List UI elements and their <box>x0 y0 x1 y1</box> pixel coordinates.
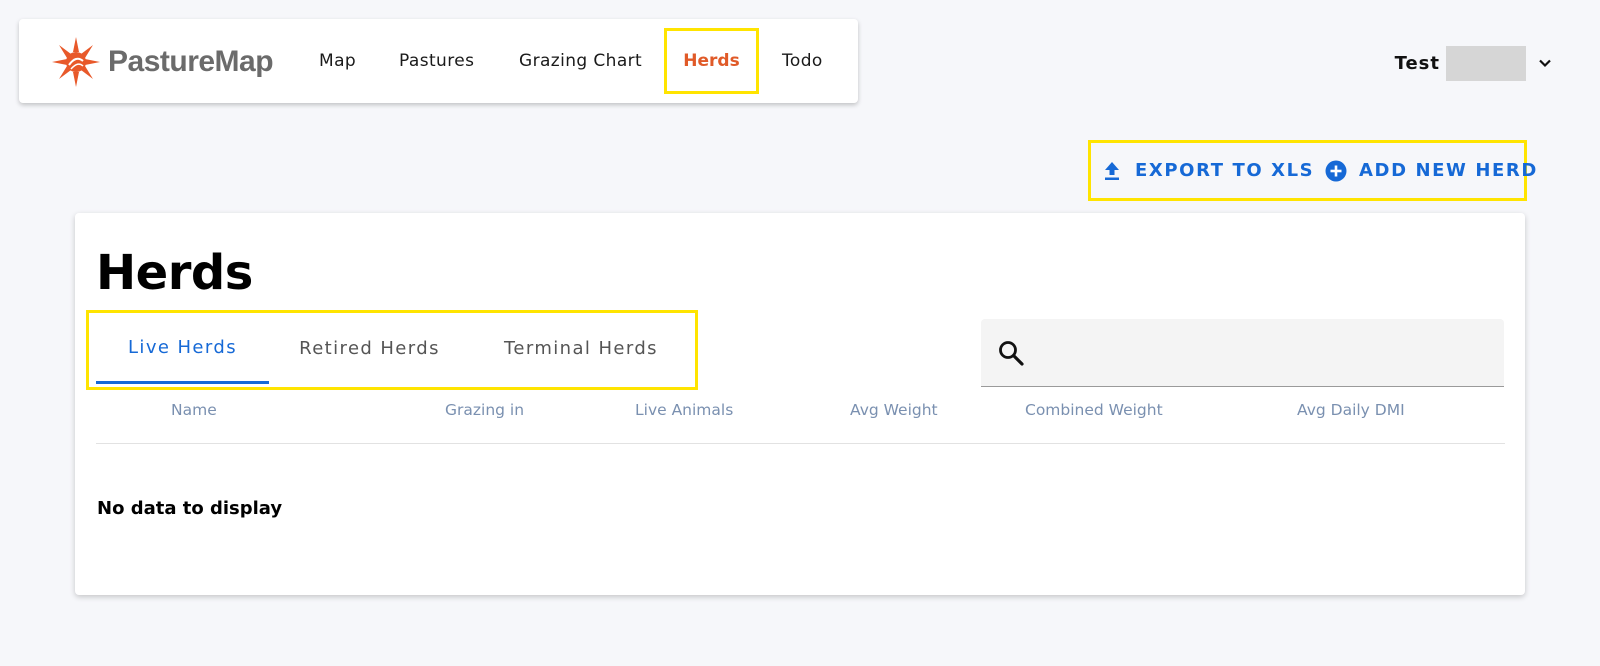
add-circle-icon <box>1325 160 1347 182</box>
search-input[interactable] <box>1037 319 1494 387</box>
add-label: ADD NEW HERD <box>1359 160 1538 181</box>
export-label: EXPORT TO XLS <box>1135 160 1315 181</box>
nav-herds[interactable]: Herds <box>664 28 759 94</box>
column-header-combined-weight[interactable]: Combined Weight <box>1025 401 1163 419</box>
user-menu[interactable]: Test <box>1395 45 1552 81</box>
column-header-grazing-in[interactable]: Grazing in <box>445 401 524 419</box>
column-header-live-animals[interactable]: Live Animals <box>635 401 733 419</box>
tab-live-herds[interactable]: Live Herds <box>96 313 269 384</box>
herd-tabs: Live Herds Retired Herds Terminal Herds <box>86 310 698 390</box>
column-header-avg-weight[interactable]: Avg Weight <box>850 401 938 419</box>
nav-map[interactable]: Map <box>319 19 356 103</box>
table-divider <box>96 443 1505 444</box>
herds-card: Herds Live Herds Retired Herds Terminal … <box>75 213 1525 595</box>
search-field[interactable] <box>981 319 1504 387</box>
column-header-name[interactable]: Name <box>171 401 217 419</box>
column-header-avg-daily-dmi[interactable]: Avg Daily DMI <box>1297 401 1405 419</box>
header-actions: EXPORT TO XLS ADD NEW HERD <box>1088 140 1536 201</box>
nav-pastures[interactable]: Pastures <box>399 19 474 103</box>
empty-table-message: No data to display <box>97 498 283 519</box>
page-title: Herds <box>96 245 253 301</box>
user-name-redacted <box>1446 45 1526 81</box>
nav-todo[interactable]: Todo <box>782 19 823 103</box>
user-name: Test <box>1394 52 1440 74</box>
logo-text: PastureMap <box>108 45 274 78</box>
chevron-down-icon[interactable] <box>1538 56 1552 70</box>
pasturemap-logo[interactable]: PastureMap <box>50 35 274 89</box>
nav-grazing-chart[interactable]: Grazing Chart <box>519 19 642 103</box>
top-nav: PastureMap Map Pastures Grazing Chart He… <box>19 19 858 103</box>
sun-logo-icon <box>52 37 100 87</box>
search-icon <box>999 341 1024 366</box>
export-xls-button[interactable]: EXPORT TO XLS <box>1101 143 1314 198</box>
tab-terminal-herds[interactable]: Terminal Herds <box>481 313 681 384</box>
add-new-herd-button[interactable]: ADD NEW HERD <box>1325 143 1538 198</box>
tab-retired-herds[interactable]: Retired Herds <box>277 313 462 384</box>
upload-icon <box>1101 160 1123 182</box>
